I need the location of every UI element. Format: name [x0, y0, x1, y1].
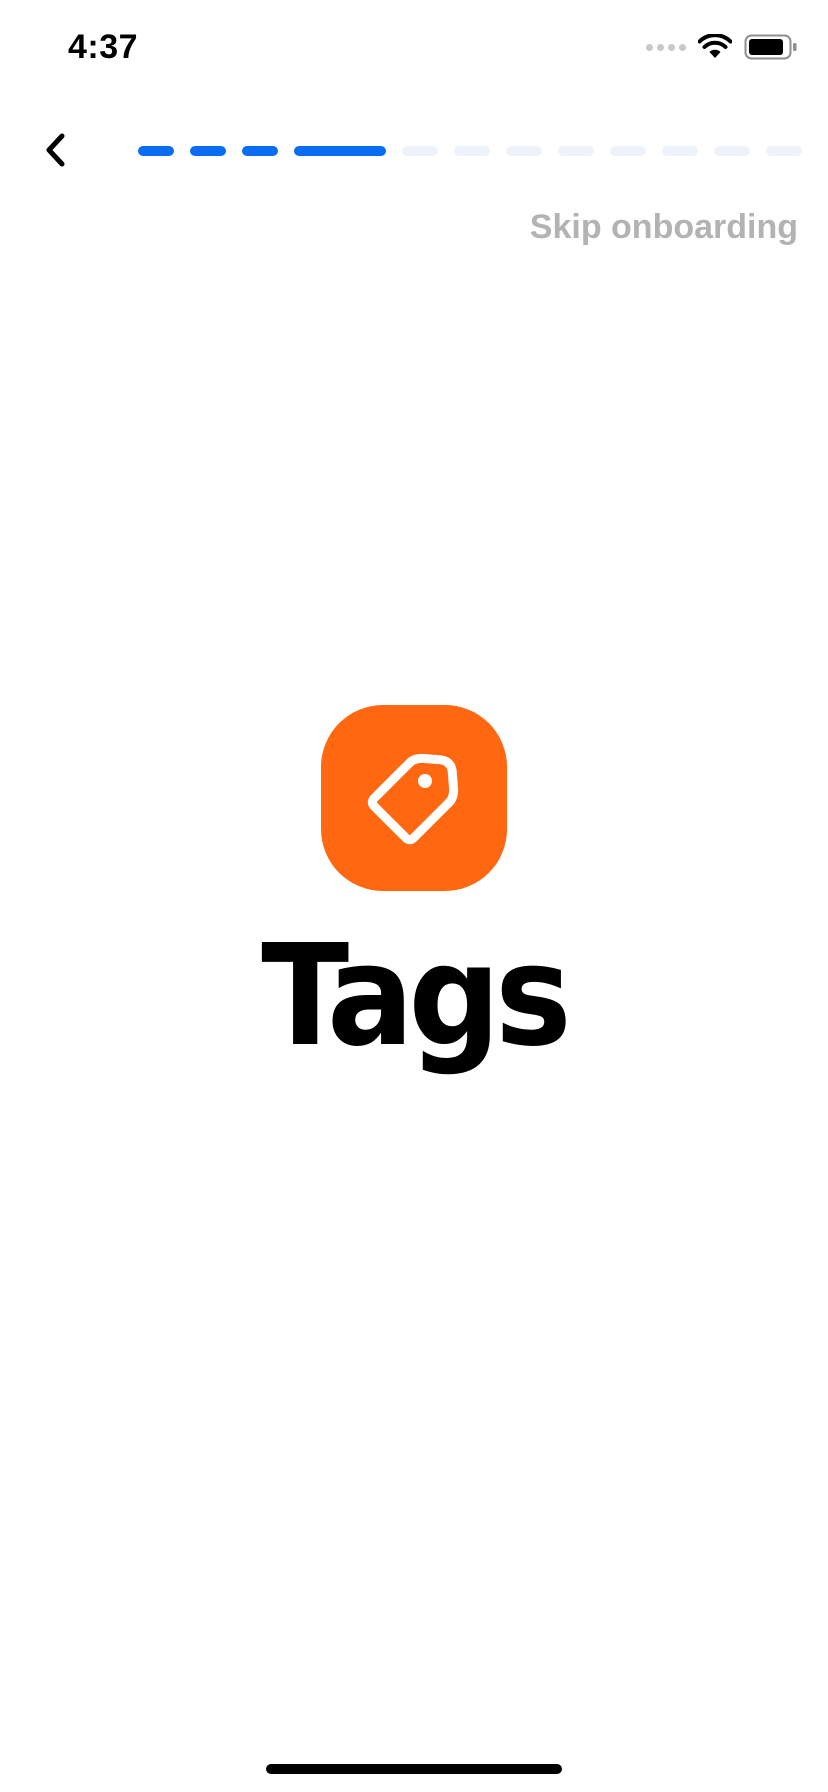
- cellular-signal-icon: [646, 43, 686, 51]
- progress-segment: [190, 146, 226, 156]
- progress-segment: [138, 146, 174, 156]
- progress-segment: [766, 146, 802, 156]
- status-icons: [646, 34, 798, 60]
- tags-app-icon: [321, 705, 507, 891]
- hero: Tags: [0, 705, 828, 1067]
- battery-icon: [744, 34, 797, 60]
- wifi-icon: [698, 34, 732, 58]
- chevron-left-icon: [46, 133, 65, 167]
- progress-segment: [506, 146, 542, 156]
- progress-segment: [402, 146, 438, 156]
- skip-onboarding-button[interactable]: Skip onboarding: [530, 208, 798, 247]
- progress-segment: [714, 146, 750, 156]
- home-indicator: [266, 1764, 562, 1774]
- progress-segment: [610, 146, 646, 156]
- progress-segment: [454, 146, 490, 156]
- back-button[interactable]: [36, 130, 76, 170]
- page-title: Tags: [261, 915, 572, 1078]
- progress-segment: [242, 146, 278, 156]
- progress-segment: [558, 146, 594, 156]
- status-time: 4:37: [68, 28, 139, 66]
- status-bar: 4:37: [0, 0, 828, 100]
- progress-segment: [662, 146, 698, 156]
- progress-segment: [294, 146, 386, 156]
- tag-icon: [367, 753, 459, 845]
- onboarding-progress: [138, 146, 818, 156]
